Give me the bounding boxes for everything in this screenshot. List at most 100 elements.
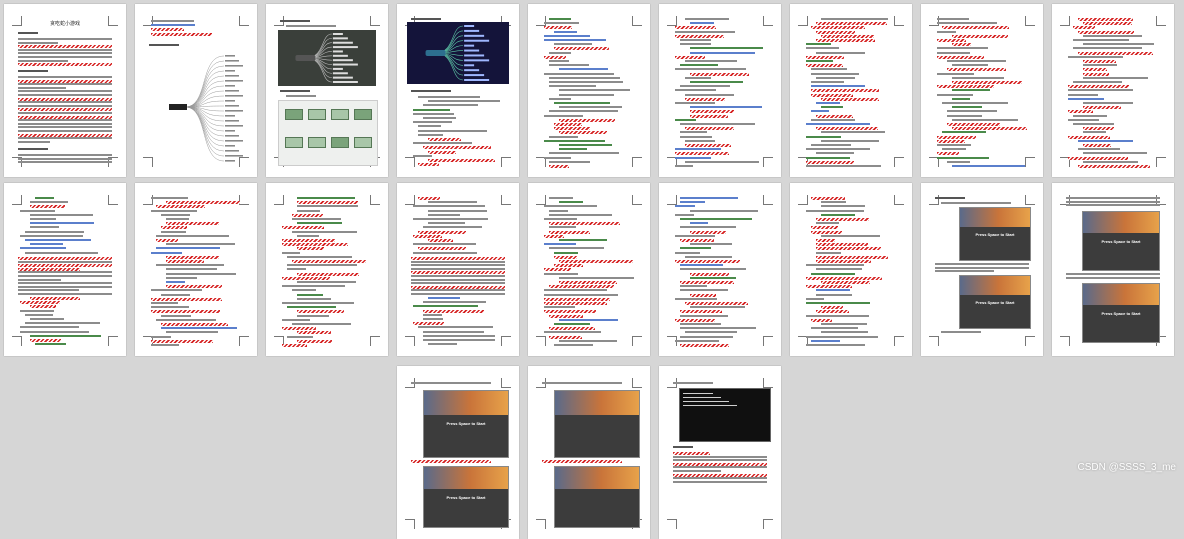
page-corner-mark [536, 336, 546, 346]
text-line [680, 135, 713, 138]
mindmap-branch [435, 52, 464, 81]
squiggle-underline [418, 247, 466, 251]
squiggle-underline [554, 264, 583, 268]
text-line [18, 282, 112, 285]
terminal-line [683, 405, 737, 406]
text-line [680, 85, 731, 88]
text-line [549, 226, 576, 229]
page-corner-mark [894, 195, 904, 205]
squiggle-underline [690, 293, 717, 297]
text-line [1083, 102, 1134, 104]
squiggle-underline [811, 318, 832, 322]
squiggle-underline [690, 272, 730, 276]
text-line [559, 239, 608, 241]
page-corner-mark [894, 157, 904, 167]
squiggle-underline [1083, 22, 1132, 26]
text-line [151, 302, 178, 304]
text-line [18, 271, 112, 274]
text-line [811, 327, 858, 330]
text-line [18, 76, 112, 78]
squiggle-underline [297, 339, 332, 343]
tree-node [225, 120, 239, 122]
mindmap-node [464, 64, 475, 67]
text-line [811, 72, 859, 75]
squiggle-underline [685, 97, 726, 101]
squiggle-underline [549, 327, 596, 331]
squiggle-underline [559, 118, 616, 122]
text-line [675, 118, 696, 121]
text-line [413, 121, 452, 124]
squiggle-underline [816, 218, 869, 221]
text-line [18, 56, 112, 58]
mindmap-node [332, 50, 343, 53]
text-line [937, 18, 969, 20]
game-screenshot: Press Space to Start [1082, 283, 1160, 343]
page-corner-mark [1025, 157, 1035, 167]
page-corner-mark [536, 16, 546, 26]
tree-node [225, 160, 235, 162]
text-line [806, 123, 870, 125]
text-line [418, 96, 481, 98]
squiggle-underline [680, 310, 723, 314]
text-line [18, 140, 50, 143]
text-line [18, 52, 112, 55]
document-page [266, 183, 388, 356]
squiggle-underline [18, 79, 112, 83]
text-line [821, 139, 880, 142]
document-page [135, 183, 257, 356]
text-line [18, 278, 61, 281]
mindmap-node [464, 44, 475, 47]
text-line [411, 278, 505, 281]
flowchart-box [308, 137, 326, 148]
page-corner-mark [763, 378, 773, 388]
text-line [821, 201, 846, 204]
text-line [542, 382, 622, 384]
squiggle-underline [952, 43, 971, 47]
squiggle-underline [297, 331, 332, 335]
text-line [806, 135, 842, 138]
text-line [30, 201, 68, 204]
text-line [675, 297, 718, 300]
tree-node [225, 75, 239, 77]
squiggle-underline [161, 323, 228, 326]
text-line [685, 18, 730, 20]
squiggle-underline [18, 108, 112, 112]
text-line [18, 137, 112, 140]
page-corner-mark [929, 336, 939, 346]
game-screenshot: Press Space to Start [423, 390, 509, 458]
flowchart-box [354, 109, 372, 120]
squiggle-underline [18, 267, 80, 271]
text-line [549, 81, 624, 83]
text-line [549, 152, 619, 155]
text-line [20, 247, 67, 250]
text-line [18, 41, 58, 44]
text-line [690, 81, 744, 83]
text-line [544, 331, 601, 334]
text-line [30, 226, 59, 229]
page-corner-mark [405, 336, 415, 346]
mindmap-node [332, 67, 343, 70]
tree-node [225, 145, 235, 147]
squiggle-underline [690, 230, 726, 234]
text-line [149, 44, 179, 46]
text-line [156, 264, 225, 267]
text-line [673, 446, 693, 448]
mindmap-branch [305, 33, 332, 59]
text-line [675, 234, 715, 237]
squiggle-underline [821, 97, 880, 101]
mindmap-node [332, 46, 358, 49]
text-line [18, 90, 112, 93]
mindmap-node [464, 29, 480, 32]
text-line [680, 197, 739, 199]
text-line [428, 222, 466, 225]
text-line [806, 60, 833, 62]
mindmap-node [332, 41, 353, 44]
text-line [292, 323, 352, 325]
squiggle-underline [1083, 106, 1122, 110]
text-line [821, 331, 869, 334]
text-line [282, 302, 355, 304]
text-line [1083, 64, 1118, 67]
text-line [411, 282, 505, 285]
page-corner-mark [763, 195, 773, 205]
text-line [554, 102, 610, 104]
